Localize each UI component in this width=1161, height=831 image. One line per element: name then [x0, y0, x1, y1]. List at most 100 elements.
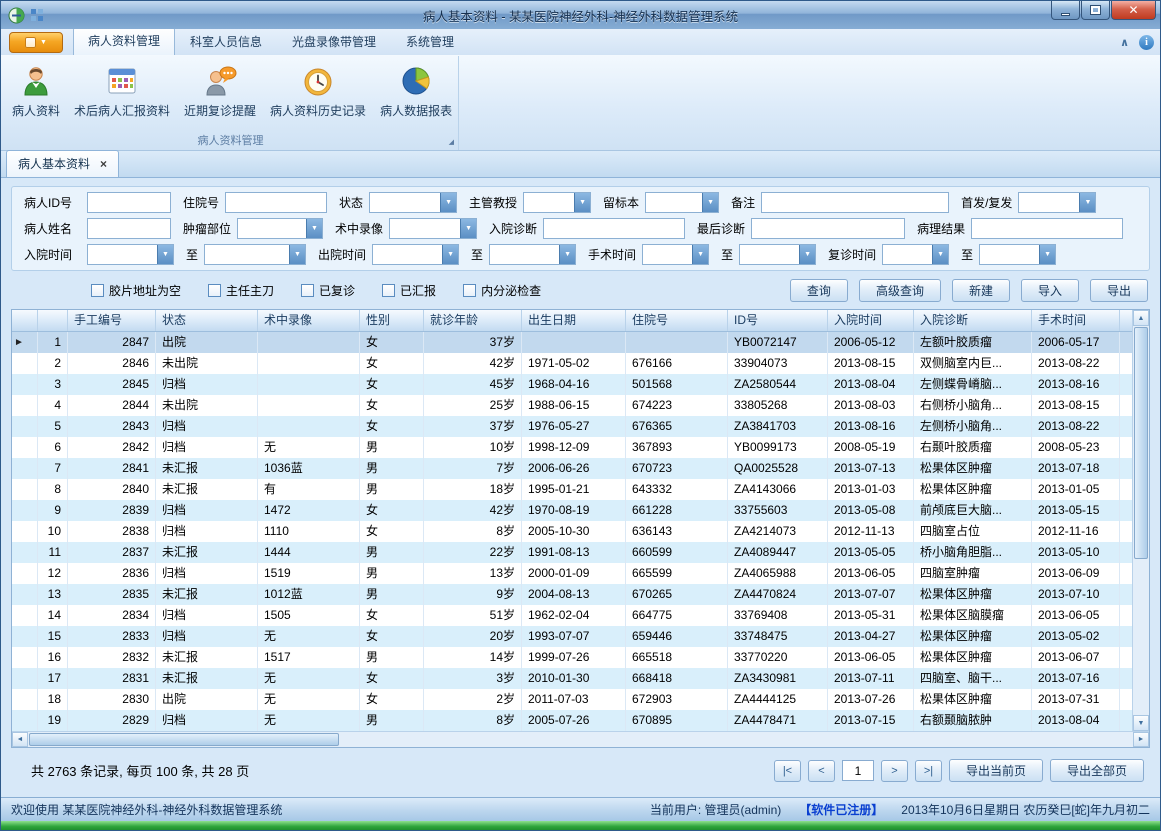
column-header-gender[interactable]: 性别	[360, 310, 424, 331]
combo-dropdown-icon[interactable]: ▼	[1079, 193, 1095, 212]
grid-row-19[interactable]: 192829归档无男8岁2005-07-26670895ZA4478471201…	[12, 710, 1132, 731]
grid-row-4[interactable]: 42844未出院女25岁1988-06-15674223338052682013…	[12, 395, 1132, 416]
column-header-birth-date[interactable]: 出生日期	[522, 310, 626, 331]
filter-input-admission-diagnosis[interactable]	[544, 219, 684, 238]
export-all-pages-button[interactable]: 导出全部页	[1050, 759, 1144, 782]
horizontal-scrollbar[interactable]: ◄ ►	[12, 731, 1149, 747]
combo-dropdown-icon[interactable]: ▼	[306, 219, 322, 238]
ribbon-tab-system-management[interactable]: 系统管理	[391, 28, 469, 55]
combo-dropdown-icon[interactable]: ▼	[932, 245, 948, 264]
grid-row-13[interactable]: 132835未汇报1012蓝男9岁2004-08-13670265ZA44708…	[12, 584, 1132, 605]
page-number-input[interactable]	[842, 760, 874, 781]
filter-input-specimen[interactable]	[646, 193, 702, 212]
checkbox-film-address-empty[interactable]: 胶片地址为空	[91, 282, 181, 299]
filter-input-remark[interactable]	[762, 193, 948, 212]
hscroll-track[interactable]	[28, 732, 1133, 747]
grid-row-8[interactable]: 82840未汇报有男18岁1995-01-21643332ZA414306620…	[12, 479, 1132, 500]
filter-input-followup-date-to[interactable]	[980, 245, 1039, 264]
filter-input-professor[interactable]	[524, 193, 574, 212]
grid-row-2[interactable]: 22846未出院女42岁1971-05-02676166339040732013…	[12, 353, 1132, 374]
vscroll-track[interactable]	[1133, 326, 1149, 715]
column-header-admission-diagnosis[interactable]: 入院诊断	[914, 310, 1032, 331]
grid-row-5[interactable]: 52843归档女37岁1976-05-27676365ZA38417032013…	[12, 416, 1132, 437]
scroll-left-icon[interactable]: ◄	[12, 732, 28, 747]
export-current-page-button[interactable]: 导出当前页	[949, 759, 1043, 782]
minimize-button[interactable]	[1051, 1, 1080, 20]
import-button[interactable]: 导入	[1021, 279, 1079, 302]
column-header-age[interactable]: 就诊年龄	[424, 310, 522, 331]
column-header-surgery-date[interactable]: 手术时间	[1032, 310, 1120, 331]
grid-row-15[interactable]: 152833归档无女20岁1993-07-0765944633748475201…	[12, 626, 1132, 647]
checkbox-endocrine-exam[interactable]: 内分泌检查	[463, 282, 541, 299]
column-header-id-no[interactable]: ID号	[728, 310, 828, 331]
ribbon-button-patient-data[interactable]: 病人资料	[5, 59, 67, 122]
quick-access-icon[interactable]	[31, 9, 44, 22]
combo-dropdown-icon[interactable]: ▼	[442, 245, 458, 264]
grid-row-14[interactable]: 142834归档1505女51岁1962-02-0466477533769408…	[12, 605, 1132, 626]
checkbox-reported[interactable]: 已汇报	[382, 282, 436, 299]
combo-dropdown-icon[interactable]: ▼	[559, 245, 575, 264]
combo-dropdown-icon[interactable]: ▼	[574, 193, 590, 212]
ribbon-button-patient-data-report[interactable]: 病人数据报表	[373, 59, 459, 122]
filter-input-pathology-result[interactable]	[972, 219, 1122, 238]
filter-input-intraop-video[interactable]	[390, 219, 460, 238]
column-header-intraop-video[interactable]: 术中录像	[258, 310, 360, 331]
app-menu-button[interactable]: ▼	[9, 32, 63, 53]
scroll-right-icon[interactable]: ►	[1133, 732, 1149, 747]
filter-input-followup-date-from[interactable]	[883, 245, 932, 264]
prev-page-button[interactable]: <	[808, 760, 835, 782]
grid-row-17[interactable]: 172831未汇报无女3岁2010-01-30668418ZA343098120…	[12, 668, 1132, 689]
new-button[interactable]: 新建	[952, 279, 1010, 302]
column-header-row-number[interactable]	[38, 310, 68, 331]
grid-row-11[interactable]: 112837未汇报1444男22岁1991-08-13660599ZA40894…	[12, 542, 1132, 563]
ribbon-button-recent-followup-reminder[interactable]: 近期复诊提醒	[177, 59, 263, 122]
advanced-query-button[interactable]: 高级查询	[859, 279, 941, 302]
grid-row-7[interactable]: 72841未汇报1036蓝男7岁2006-06-26670723QA002552…	[12, 458, 1132, 479]
ribbon-tab-patient-data-management[interactable]: 病人资料管理	[73, 27, 175, 55]
export-button[interactable]: 导出	[1090, 279, 1148, 302]
grid-row-10[interactable]: 102838归档1110女8岁2005-10-30636143ZA4214073…	[12, 521, 1132, 542]
combo-dropdown-icon[interactable]: ▼	[440, 193, 456, 212]
combo-dropdown-icon[interactable]: ▼	[157, 245, 173, 264]
scroll-up-icon[interactable]: ▲	[1133, 310, 1149, 326]
grid-row-16[interactable]: 162832未汇报1517男14岁1999-07-266655183377022…	[12, 647, 1132, 668]
scroll-down-icon[interactable]: ▼	[1133, 715, 1149, 731]
vertical-scrollbar[interactable]: ▲ ▼	[1132, 310, 1149, 731]
ribbon-button-postop-report-data[interactable]: 术后病人汇报资料	[67, 59, 177, 122]
filter-input-patient-name[interactable]	[88, 219, 170, 238]
close-button[interactable]: ✕	[1111, 1, 1156, 20]
column-header-status[interactable]: 状态	[156, 310, 258, 331]
filter-input-final-diagnosis[interactable]	[752, 219, 904, 238]
first-page-button[interactable]: |<	[774, 760, 801, 782]
ribbon-tab-disc-video-management[interactable]: 光盘录像带管理	[277, 28, 391, 55]
last-page-button[interactable]: >|	[915, 760, 942, 782]
filter-input-tumor-site[interactable]	[238, 219, 306, 238]
filter-input-surgery-date-to[interactable]	[740, 245, 799, 264]
grid-row-12[interactable]: 122836归档1519男13岁2000-01-09665599ZA406598…	[12, 563, 1132, 584]
checkbox-chief-surgeon[interactable]: 主任主刀	[208, 282, 274, 299]
checkbox-followed-up[interactable]: 已复诊	[301, 282, 355, 299]
grid-row-6[interactable]: 62842归档无男10岁1998-12-09367893YB0099173200…	[12, 437, 1132, 458]
app-logo-icon[interactable]	[8, 7, 25, 24]
grid-row-3[interactable]: 32845归档女45岁1968-04-16501568ZA25805442013…	[12, 374, 1132, 395]
grid-row-1[interactable]: ►12847出院女37岁YB00721472006-05-12左额叶胶质瘤200…	[12, 332, 1132, 353]
tab-close-icon[interactable]: ×	[100, 157, 107, 171]
filter-input-admission-date-from[interactable]	[88, 245, 157, 264]
next-page-button[interactable]: >	[881, 760, 908, 782]
tab-patient-basic-data[interactable]: 病人基本资料 ×	[6, 150, 119, 177]
vscroll-thumb[interactable]	[1134, 327, 1148, 559]
ribbon-button-patient-data-history[interactable]: 病人资料历史记录	[263, 59, 373, 122]
filter-input-first-or-recurrence[interactable]	[1019, 193, 1079, 212]
filter-input-patient-id[interactable]	[88, 193, 170, 212]
column-header-row-indicator[interactable]	[12, 310, 38, 331]
dialog-launcher-icon[interactable]: ◢	[449, 138, 454, 146]
grid-row-9[interactable]: 92839归档1472女42岁1970-08-19661228337556032…	[12, 500, 1132, 521]
column-header-admission-date[interactable]: 入院时间	[828, 310, 914, 331]
ribbon-collapse-icon[interactable]: ∧	[1120, 36, 1129, 49]
filter-input-admission-no[interactable]	[226, 193, 326, 212]
column-header-manual-no[interactable]: 手工编号	[68, 310, 156, 331]
combo-dropdown-icon[interactable]: ▼	[289, 245, 305, 264]
help-icon[interactable]: i	[1139, 35, 1154, 50]
combo-dropdown-icon[interactable]: ▼	[799, 245, 815, 264]
hscroll-thumb[interactable]	[29, 733, 339, 746]
